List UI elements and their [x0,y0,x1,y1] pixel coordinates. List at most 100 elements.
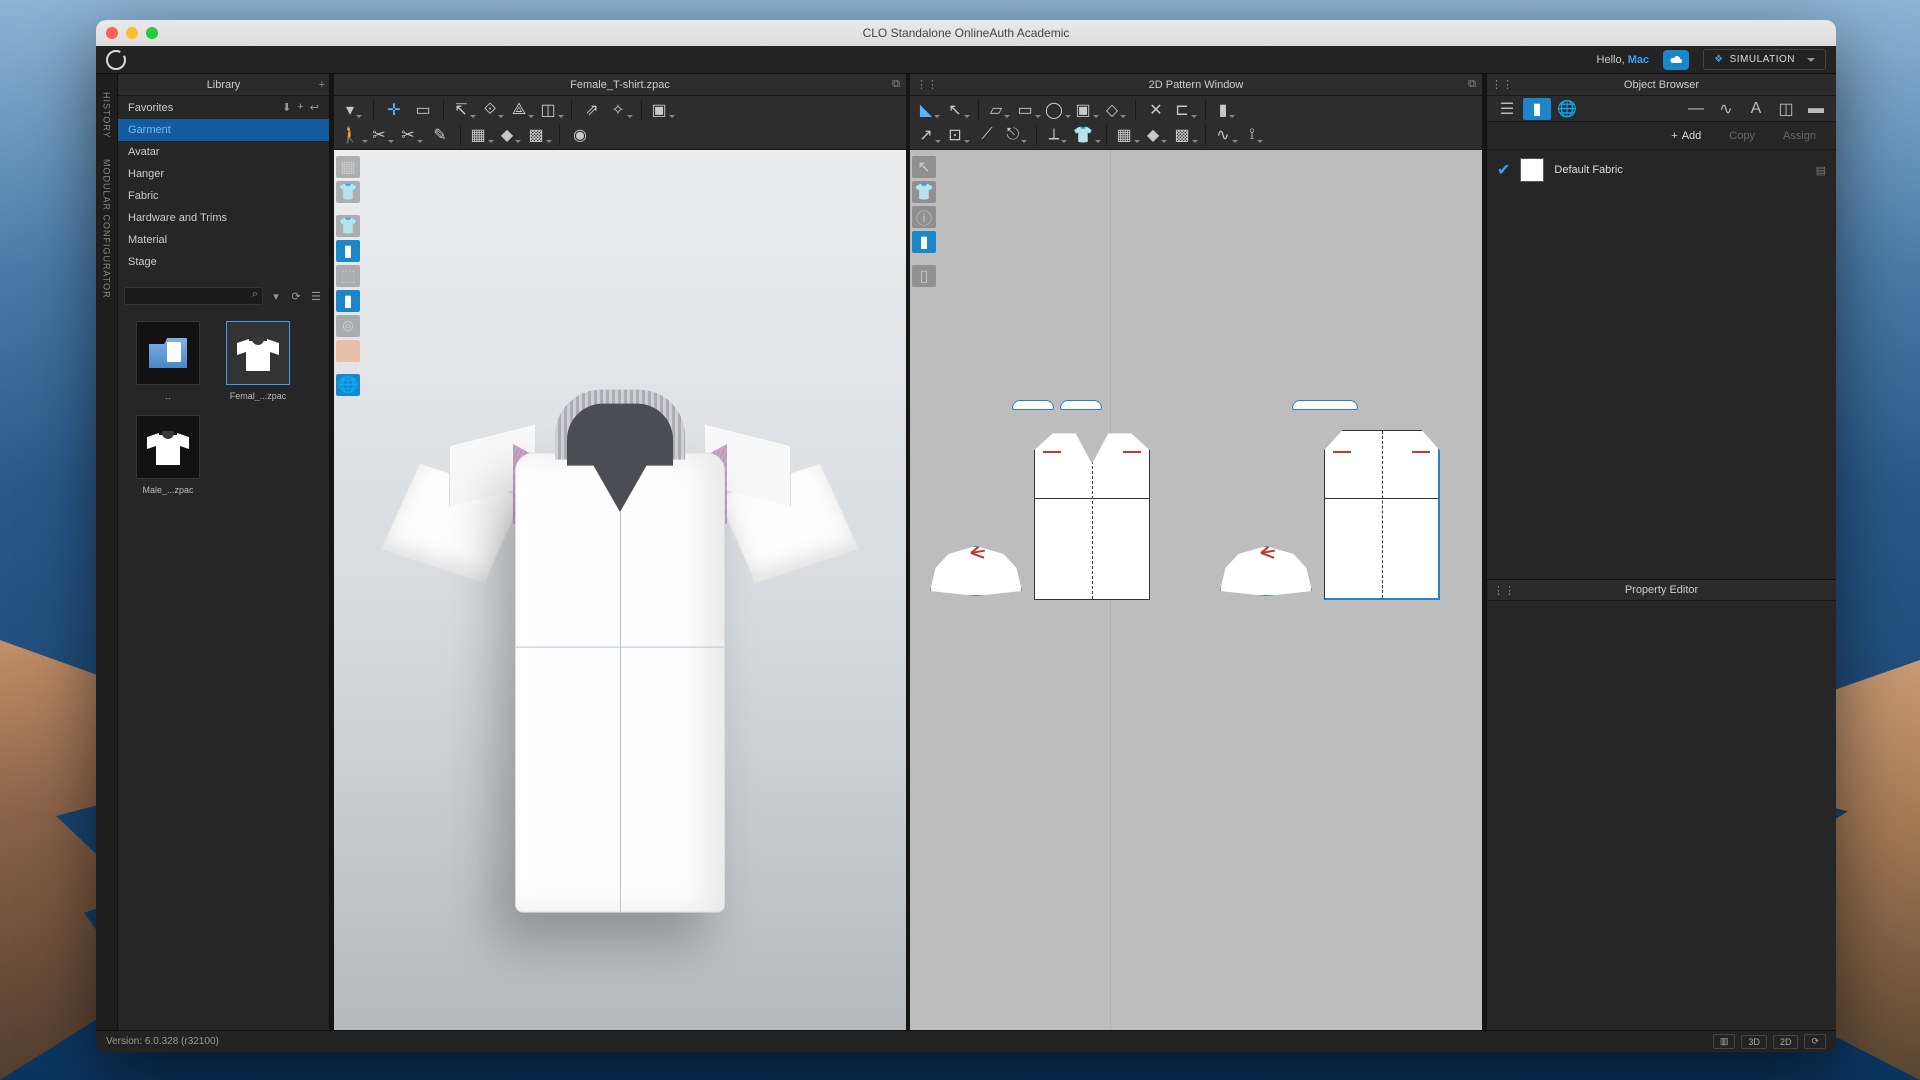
move-gizmo-tool[interactable]: ✛ [381,99,407,121]
download-icon[interactable]: ⬇ [282,101,291,114]
measure-tool[interactable]: ⇗ [579,99,605,121]
avatar-pose-tool[interactable]: 🚶 [340,124,366,146]
gripper-icon[interactable]: ⋮⋮ [916,78,938,91]
search-dropdown-icon[interactable]: ▾ [269,289,283,303]
tab-misc-icon[interactable]: ▬ [1802,98,1830,120]
library-item-hardware-and-trims[interactable]: Hardware and Trims [118,207,329,229]
fabric-row[interactable]: ✔ Default Fabric ▤ [1487,150,1836,190]
pattern-sleeve-right[interactable] [1220,546,1312,596]
cloud-sync-button[interactable] [1663,50,1689,70]
library-thumb[interactable]: Male_...zpac [130,415,206,495]
popout-icon[interactable]: ⧉ [892,78,900,91]
export-tool[interactable]: ▣ [649,99,675,121]
grading-2d-tool[interactable]: ▩ [1172,124,1198,146]
arrange-tool[interactable]: ↸ [451,99,477,121]
dart-tool[interactable]: ◇ [1102,99,1128,121]
polygon-tool[interactable]: ▱ [986,99,1012,121]
world-axis-icon[interactable]: 🌐 [336,374,360,396]
gripper-icon[interactable]: ⋮⋮ [1493,584,1515,597]
grading-3d-tool[interactable]: ▩ [526,124,552,146]
edit-pattern-tool[interactable]: ◣ [916,99,942,121]
sewing-tool[interactable]: ⎋ [1003,124,1029,146]
library-thumb[interactable]: Femal_...zpac [220,321,296,401]
seam-free-tool[interactable]: ⟋ [974,124,1000,146]
graphic-3d-tool[interactable]: ◆ [497,124,523,146]
viewport-2d[interactable]: ↖ 👕 ⓘ ▮ ▯ [910,150,1482,1030]
avatar-tape-tool[interactable]: ✂ [369,124,395,146]
ellipse-tool[interactable]: ◯ [1044,99,1070,121]
button-3d-tool[interactable]: ◉ [567,124,593,146]
seam-edit-tool[interactable]: ↗ [916,124,942,146]
gripper-icon[interactable]: ⋮⋮ [1491,78,1513,91]
app-logo-icon[interactable] [106,50,126,70]
tab-seam-icon[interactable]: ∿ [1712,98,1740,120]
layer-tool[interactable]: ◫ [538,99,564,121]
pattern-sleeve-left[interactable] [930,546,1022,596]
titlebar[interactable]: CLO Standalone OnlineAuth Academic [96,20,1836,46]
refresh-layout-button[interactable]: ⟳ [1804,1034,1826,1049]
trace-tool[interactable]: ▮ [1213,99,1239,121]
rect-tool[interactable]: ▭ [410,99,436,121]
texture-3d-tool[interactable]: ▦ [468,124,494,146]
pattern-shade-icon[interactable]: 👕 [912,181,936,203]
popout-icon[interactable]: ⧉ [1468,78,1476,91]
tab-fabric-icon[interactable]: ▮ [1523,98,1551,120]
pattern-set-front[interactable] [930,430,1150,600]
pattern-collar-front[interactable] [1012,400,1102,412]
tack-tool[interactable]: ✧ [608,99,634,121]
viewport-2d-tab[interactable]: 2D Pattern Window ⧉ ⋮⋮ [910,74,1482,96]
avatar-edit-tool[interactable]: ✎ [427,124,453,146]
library-item-hanger[interactable]: Hanger [118,163,329,185]
library-item-material[interactable]: Material [118,229,329,251]
library-item-favorites[interactable]: Favorites⬇+↩ [118,96,329,119]
library-thumb[interactable]: .. [130,321,206,401]
add-button[interactable]: +Add [1659,127,1713,145]
garment-3d-mesh[interactable] [405,358,835,918]
add-tab-icon[interactable]: + [319,79,325,91]
library-item-fabric[interactable]: Fabric [118,185,329,207]
avatar-measure-tool[interactable]: ✂ [398,124,424,146]
graphic-2d-tool[interactable]: ◆ [1143,124,1169,146]
select-tool[interactable]: ▾ [340,99,366,121]
avatar-measure-show-icon[interactable]: ▮ [336,290,360,312]
pattern-grey-icon[interactable]: ▯ [912,265,936,287]
tab-button-icon[interactable]: ◫ [1772,98,1800,120]
layout-3d-button[interactable]: 3D [1741,1035,1767,1049]
garment-toggle-icon[interactable]: 👕 [336,181,360,203]
pattern-display-icon[interactable]: ↖ [912,156,936,178]
tab-print-icon[interactable]: A [1742,98,1770,120]
texture-2d-tool[interactable]: ▦ [1114,124,1140,146]
row-menu-icon[interactable]: ▤ [1816,164,1826,177]
layout-2d-button[interactable]: 2D [1773,1035,1799,1049]
avatar-skin-icon[interactable]: ▮ [336,240,360,262]
list-view-icon[interactable]: ☰ [309,289,323,303]
library-item-avatar[interactable]: Avatar [118,141,329,163]
avatar-color-icon[interactable] [336,340,360,362]
seam-segment-tool[interactable]: ⊡ [945,124,971,146]
pin-tool[interactable]: ⟐ [480,99,506,121]
back-icon[interactable]: ↩ [310,101,319,114]
pattern-body-back[interactable] [1324,430,1440,600]
check-icon[interactable]: ✔ [1497,160,1510,180]
topstitch-tool[interactable]: ⟂ [1044,124,1070,146]
avatar-show-icon[interactable]: 👕 [336,215,360,237]
slash-tool[interactable]: ✕ [1143,99,1169,121]
library-item-stage[interactable]: Stage [118,251,329,273]
tab-world-icon[interactable]: 🌐 [1553,98,1581,120]
fabric-swatch[interactable] [1520,158,1544,182]
library-item-garment[interactable]: Garment [118,119,329,141]
pattern-set-back[interactable] [1220,430,1440,600]
tab-topstitch-icon[interactable]: — [1682,98,1710,120]
tab-scene-icon[interactable]: ☰ [1493,98,1521,120]
library-search-input[interactable] [124,287,263,305]
refresh-icon[interactable]: ⟳ [289,289,303,303]
pattern-highlight-icon[interactable]: ▮ [912,231,936,253]
avatar-joints-icon[interactable]: ⊚ [336,315,360,337]
garment-fit-tool[interactable]: 👕 [1073,124,1099,146]
tab-modular-configurator[interactable]: MODULAR CONFIGURATOR [102,151,112,307]
notch-tool[interactable]: ⊏ [1172,99,1198,121]
pattern-info-icon[interactable]: ⓘ [912,206,936,228]
edit-curve-tool[interactable]: ↖ [945,99,971,121]
pattern-collar-back[interactable] [1292,400,1358,412]
fold-tool[interactable]: ⟁ [509,99,535,121]
